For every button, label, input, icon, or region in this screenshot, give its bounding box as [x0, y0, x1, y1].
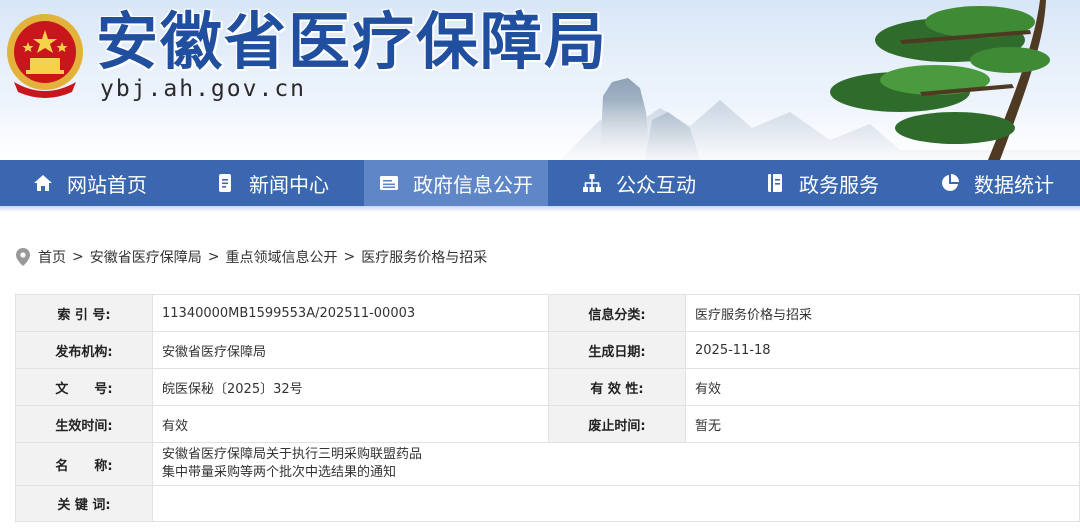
table-row: 发布机构: 安徽省医疗保障局 生成日期: 2025-11-18 [15, 331, 1080, 369]
date-value: 2025-11-18 [685, 331, 1080, 369]
document-info-table: 索 引 号: 11340000MB1599553A/202511-00003 信… [15, 294, 1080, 522]
breadcrumb-separator: > [72, 249, 84, 265]
breadcrumb-separator: > [207, 249, 220, 265]
expiry-date-label: 废止时间: [548, 405, 686, 443]
main-nav: 网站首页 新闻中心 政府信息公开 公众互动 政务服务 数据统计 [0, 160, 1080, 206]
site-title: 安徽省医疗保障局 [96, 5, 609, 78]
book-icon [768, 174, 782, 192]
index-number-value: 11340000MB1599553A/202511-00003 [152, 294, 549, 332]
breadcrumb-key-areas-link[interactable]: 重点领域信息公开 [225, 247, 337, 267]
expiry-date-value: 暂无 [685, 405, 1080, 443]
pie-chart-icon [942, 174, 959, 191]
table-row: 索 引 号: 11340000MB1599553A/202511-00003 信… [15, 294, 1080, 332]
breadcrumb-home-link[interactable]: 首页 [38, 247, 66, 267]
breadcrumb-separator: > [343, 249, 356, 265]
nav-item-gov-info[interactable]: 政府信息公开 [364, 160, 548, 206]
title-label: 名 称: [15, 442, 153, 486]
keywords-value [152, 485, 1080, 522]
date-label: 生成日期: [548, 331, 686, 369]
nav-item-label: 网站首页 [67, 172, 147, 197]
org-chart-icon [583, 174, 601, 192]
publisher-value: 安徽省医疗保障局 [152, 331, 549, 369]
document-icon [219, 174, 231, 192]
site-url[interactable]: ybj.ah.gov.cn [100, 76, 306, 102]
nav-item-public-interaction[interactable]: 公众互动 [548, 160, 730, 206]
effective-date-label: 生效时间: [15, 405, 153, 443]
nav-item-label: 政府信息公开 [413, 172, 533, 197]
category-label: 信息分类: [548, 294, 686, 332]
document-number-value: 皖医保秘〔2025〕32号 [152, 368, 549, 406]
table-row: 生效时间: 有效 废止时间: 暂无 [15, 405, 1080, 443]
table-row: 名 称: 安徽省医疗保障局关于执行三明采购联盟药品 集中带量采购等两个批次中选结… [15, 442, 1080, 486]
nav-item-label: 政务服务 [799, 172, 879, 197]
title-line-2: 集中带量采购等两个批次中选结果的通知 [162, 465, 397, 480]
home-icon [34, 175, 52, 191]
nav-item-label: 新闻中心 [249, 172, 329, 197]
nav-item-news[interactable]: 新闻中心 [180, 160, 364, 206]
index-number-label: 索 引 号: [15, 294, 153, 332]
nav-item-home[interactable]: 网站首页 [0, 160, 180, 206]
keywords-label: 关 键 词: [15, 485, 153, 522]
breadcrumb-current-link[interactable]: 医疗服务价格与招采 [361, 247, 487, 267]
document-number-label: 文 号: [15, 368, 153, 406]
table-row: 关 键 词: [15, 485, 1080, 522]
validity-label: 有 效 性: [548, 368, 686, 406]
validity-value: 有效 [685, 368, 1080, 406]
publisher-label: 发布机构: [15, 331, 153, 369]
effective-date-value: 有效 [152, 405, 549, 443]
header-banner: 安徽省医疗保障局 ybj.ah.gov.cn [0, 0, 1080, 160]
national-emblem-icon [7, 14, 83, 98]
title-value: 安徽省医疗保障局关于执行三明采购联盟药品 集中带量采购等两个批次中选结果的通知 [152, 442, 1080, 486]
breadcrumb-bureau-link[interactable]: 安徽省医疗保障局 [90, 247, 202, 267]
title-line-1: 安徽省医疗保障局关于执行三明采购联盟药品 [162, 447, 423, 462]
id-card-icon [380, 176, 398, 190]
nav-item-label: 数据统计 [974, 172, 1054, 197]
breadcrumb: 首页 > 安徽省医疗保障局 > 重点领域信息公开 > 医疗服务价格与招采 [16, 246, 487, 268]
nav-shadow [0, 206, 1080, 212]
nav-item-label: 公众互动 [616, 172, 696, 197]
category-value: 医疗服务价格与招采 [685, 294, 1080, 332]
nav-item-gov-services[interactable]: 政务服务 [730, 160, 914, 206]
nav-item-statistics[interactable]: 数据统计 [914, 160, 1080, 206]
location-pin-icon [16, 248, 30, 266]
table-row: 文 号: 皖医保秘〔2025〕32号 有 效 性: 有效 [15, 368, 1080, 406]
